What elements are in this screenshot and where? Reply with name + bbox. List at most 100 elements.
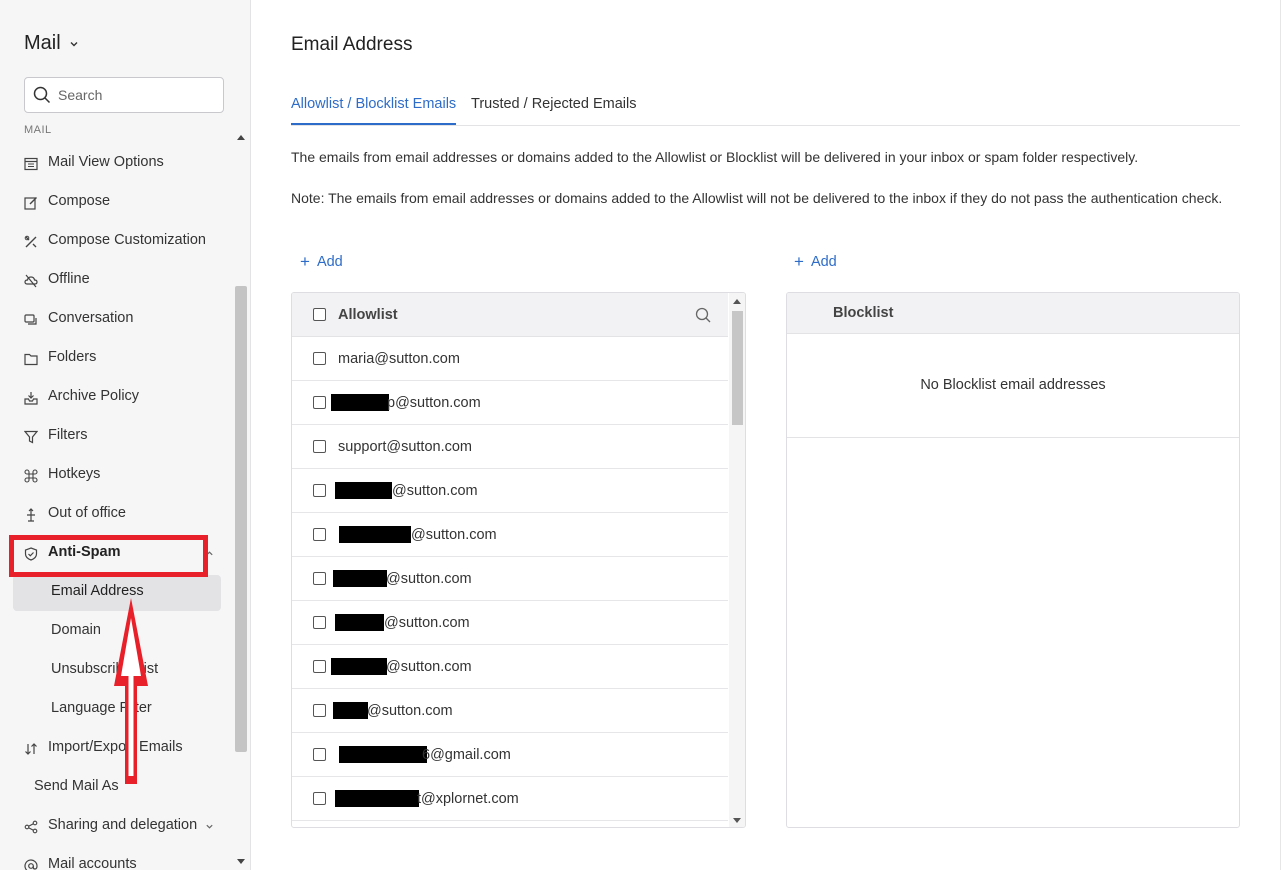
main-content: Email Address Allowlist / Blocklist Emai… (251, 0, 1281, 870)
allowlist-row[interactable]: support@sutton.com (292, 425, 728, 469)
app-switcher[interactable]: Mail (24, 32, 79, 55)
scroll-down-icon[interactable] (733, 816, 741, 824)
sidebar-item-offline[interactable]: Offline (0, 263, 232, 297)
row-checkbox[interactable] (313, 748, 326, 761)
sidebar-item-label: Hotkeys (48, 466, 101, 482)
folder-icon (24, 353, 38, 366)
sidebar-scroll-thumb[interactable] (235, 286, 247, 752)
sidebar-item-folders[interactable]: Folders (0, 341, 232, 375)
row-checkbox[interactable] (313, 704, 326, 717)
allowlist-add-button[interactable]: + Add (300, 253, 343, 270)
scroll-down-icon[interactable] (237, 857, 245, 865)
email-address: @sutton.com (386, 659, 472, 675)
sidebar-item-conversation[interactable]: Conversation (0, 302, 232, 336)
chevron-down-icon (70, 41, 78, 46)
row-checkbox[interactable] (313, 484, 326, 497)
allowlist-row[interactable]: p@sutton.com (292, 381, 728, 425)
tab-bar: Allowlist / Blocklist Emails Trusted / R… (291, 90, 1240, 126)
sidebar-item-mail-accounts[interactable]: Mail accounts (0, 848, 232, 870)
row-checkbox[interactable] (313, 396, 326, 409)
sidebar-item-sharing-delegation[interactable]: Sharing and delegation (0, 809, 232, 843)
chevron-down-icon (206, 824, 213, 829)
blocklist-panel: Blocklist No Blocklist email addresses (786, 292, 1240, 828)
blocklist-title: Blocklist (833, 305, 894, 321)
allowlist-row[interactable]: @sutton.com (292, 513, 728, 557)
search-box[interactable] (24, 77, 224, 113)
email-address: @sutton.com (384, 615, 470, 631)
blocklist-header: Blocklist (787, 293, 1239, 334)
tab-trusted-rejected[interactable]: Trusted / Rejected Emails (471, 96, 636, 125)
row-checkbox[interactable] (313, 616, 326, 629)
plus-icon: + (794, 252, 804, 271)
section-label: MAIL (24, 124, 52, 134)
view-options-icon (24, 157, 38, 171)
allowlist-scroll-thumb[interactable] (732, 311, 743, 425)
allowlist-row[interactable]: @sutton.com (292, 557, 728, 601)
allowlist-row[interactable]: @sutton.com (292, 601, 728, 645)
redaction-block (339, 746, 427, 763)
description-text: The emails from email addresses or domai… (291, 149, 1139, 165)
sidebar-item-label: Filters (48, 427, 88, 443)
archive-icon (24, 392, 38, 405)
allowlist-row[interactable]: @sutton.com (292, 645, 728, 689)
add-label: Add (810, 254, 837, 270)
email-address: t@xplornet.com (417, 791, 519, 807)
row-checkbox[interactable] (313, 440, 326, 453)
import-export-icon (25, 743, 37, 755)
conversation-icon (24, 314, 37, 325)
search-input[interactable] (58, 87, 208, 103)
compose-icon (24, 197, 37, 210)
row-checkbox[interactable] (313, 572, 326, 585)
redaction-block (335, 614, 384, 631)
email-address: support@sutton.com (338, 439, 473, 455)
allowlist-row[interactable]: maria@sutton.com (292, 337, 728, 381)
tab-allowlist-blocklist[interactable]: Allowlist / Blocklist Emails (291, 96, 457, 125)
sidebar-item-label: Offline (48, 271, 90, 287)
redaction-block (339, 526, 411, 543)
row-checkbox[interactable] (313, 352, 326, 365)
sidebar-item-label: Mail View Options (48, 154, 164, 170)
page-title: Email Address (291, 34, 413, 55)
allowlist-row[interactable]: @sutton.com (292, 689, 728, 733)
select-all-checkbox[interactable] (313, 308, 326, 321)
row-checkbox[interactable] (313, 660, 326, 673)
email-address: maria@sutton.com (338, 351, 460, 367)
sidebar-item-archive-policy[interactable]: Archive Policy (0, 380, 232, 414)
allowlist-row[interactable]: @sutton.com (292, 469, 728, 513)
out-of-office-icon (27, 508, 35, 522)
sidebar-item-filters[interactable]: Filters (0, 419, 232, 453)
sidebar-item-compose-customization[interactable]: Compose Customization (0, 224, 232, 258)
at-icon (24, 859, 38, 870)
email-address: @sutton.com (411, 527, 497, 543)
hotkeys-icon (24, 469, 38, 483)
sidebar-item-label: Domain (51, 622, 101, 638)
scroll-up-icon[interactable] (733, 298, 741, 306)
sidebar-item-mail-view-options[interactable]: Mail View Options (0, 146, 232, 180)
sidebar-item-compose[interactable]: Compose (0, 185, 232, 219)
sidebar-item-hotkeys[interactable]: Hotkeys (0, 458, 232, 492)
sidebar-item-label: Conversation (48, 310, 134, 326)
email-address: p@sutton.com (387, 395, 481, 411)
sidebar-scrollbar[interactable] (233, 130, 249, 865)
row-checkbox[interactable] (313, 528, 326, 541)
redaction-block (333, 702, 368, 719)
customize-icon (24, 235, 37, 248)
row-checkbox[interactable] (313, 792, 326, 805)
allowlist-scrollbar[interactable] (729, 293, 745, 827)
sidebar-item-out-of-office[interactable]: Out of office (0, 497, 232, 531)
redaction-block (335, 790, 419, 807)
allowlist-row[interactable]: t@xplornet.com (292, 777, 728, 821)
annotation-highlight-box (9, 535, 208, 577)
sidebar-item-label: Out of office (48, 505, 126, 521)
redaction-block (333, 570, 387, 587)
sidebar-item-label: Mail accounts (48, 856, 137, 870)
sidebar-item-label: Compose (48, 193, 111, 209)
allowlist-row[interactable]: 6@gmail.com (292, 733, 728, 777)
email-address: @sutton.com (386, 571, 472, 587)
scroll-up-icon[interactable] (237, 134, 245, 142)
allowlist-panel: Allowlist maria@sutton.com p@sutton.com … (291, 292, 746, 828)
blocklist-add-button[interactable]: + Add (794, 252, 837, 271)
search-icon[interactable] (695, 307, 711, 323)
redaction-block (335, 482, 392, 499)
sidebar-item-label: Archive Policy (48, 388, 140, 404)
